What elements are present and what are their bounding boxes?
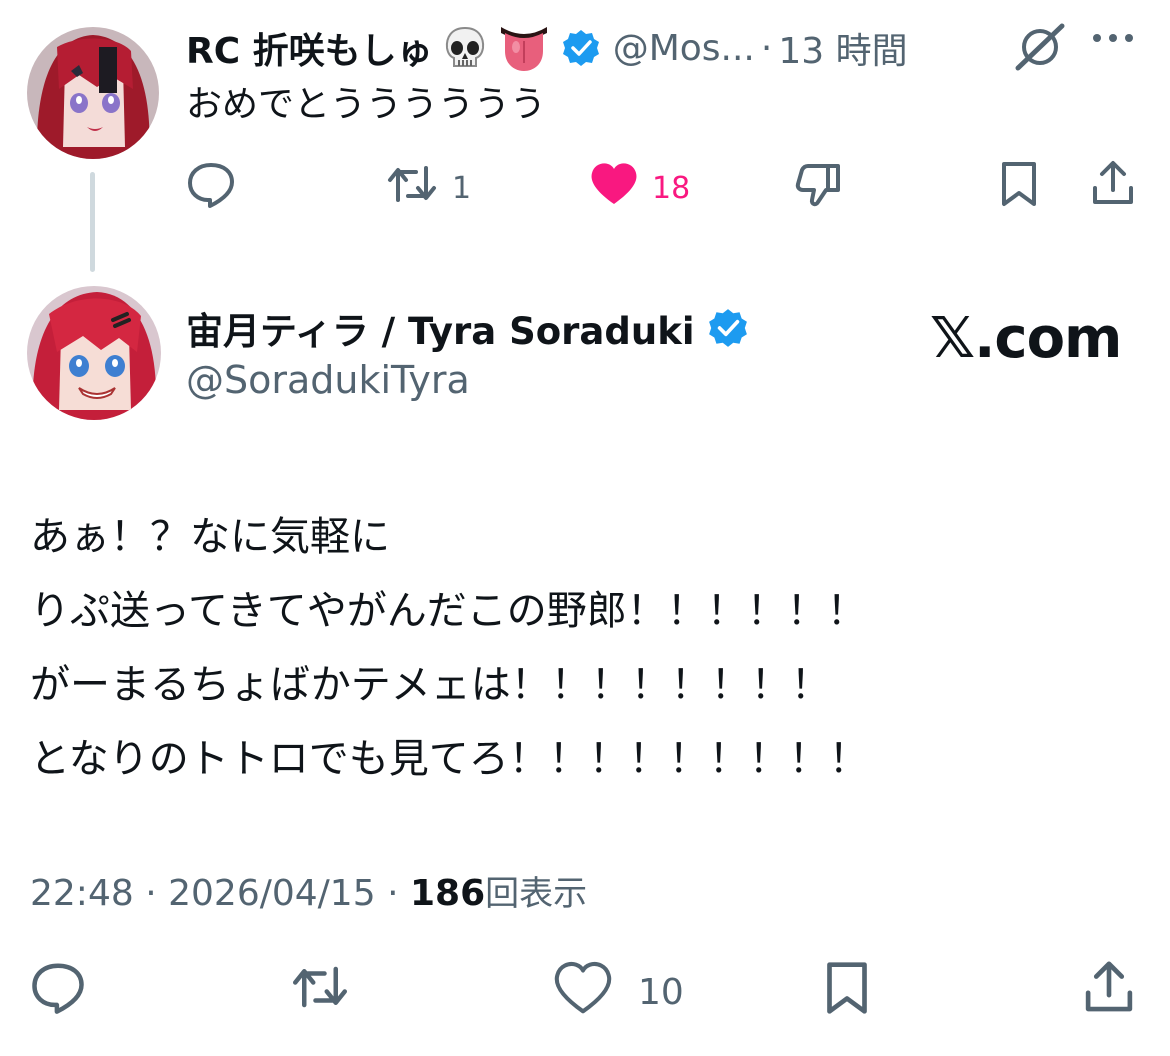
timestamp[interactable]: 13 時間 (778, 22, 907, 74)
verified-badge-icon[interactable] (707, 307, 749, 349)
bookmark-button[interactable] (822, 960, 872, 1024)
share-button[interactable] (1090, 158, 1136, 216)
post-time: 22:48 (30, 873, 134, 914)
retweet-button[interactable]: 1 (384, 160, 471, 216)
dislike-button[interactable] (794, 160, 844, 216)
avatar[interactable] (27, 27, 159, 159)
retweet-count: 1 (452, 170, 472, 206)
retweet-icon (384, 160, 440, 216)
grok-icon[interactable] (1012, 22, 1068, 76)
like-button[interactable]: 18 (588, 160, 690, 216)
post-date: 2026/04/15 (168, 873, 376, 914)
bookmark-icon (998, 160, 1040, 216)
like-button[interactable]: 10 (552, 960, 684, 1024)
bookmark-icon (822, 960, 872, 1024)
avatar[interactable] (27, 286, 161, 420)
share-button[interactable] (1082, 958, 1136, 1024)
thumbs-down-icon (794, 160, 844, 216)
main-header: 宙月ティラ / Tyra Soraduki (186, 298, 749, 358)
reply-button[interactable] (30, 960, 86, 1022)
tongue-icon (497, 23, 551, 73)
thread-connector-line (90, 172, 95, 272)
tweet-line: がーまるちょばかテメェは！！！！！！！！ (30, 662, 831, 708)
handle[interactable]: @SoradukiTyra (186, 358, 470, 402)
tweet-meta: 22:48 · 2026/04/15 · 186回表示 (30, 866, 587, 915)
retweet-icon (288, 960, 352, 1022)
view-count[interactable]: 186 (410, 873, 485, 914)
tweet-line: りぷ送ってきてやがんだこの野郎！！！！！！ (30, 588, 867, 634)
heart-icon (552, 960, 614, 1024)
heart-filled-icon (588, 160, 640, 216)
retweet-button[interactable] (288, 960, 352, 1022)
more-options-icon[interactable] (1090, 30, 1136, 49)
reply-text: おめでとうううううう (186, 84, 547, 125)
separator-dot: · (760, 27, 773, 69)
display-name[interactable]: RC 折咲もしゅ (186, 22, 433, 74)
x-com-watermark: 𝕏.com (930, 306, 1122, 371)
bookmark-button[interactable] (998, 160, 1040, 216)
view-label: 回表示 (485, 874, 588, 914)
reply-button[interactable] (186, 160, 236, 216)
share-icon (1082, 958, 1136, 1024)
reply-header: RC 折咲もしゅ @Mos... · 13 時間 (186, 18, 908, 78)
separator-dot: · (387, 873, 399, 914)
like-count: 10 (638, 971, 684, 1013)
display-name[interactable]: 宙月ティラ / Tyra Soraduki (186, 301, 695, 355)
verified-badge-icon[interactable] (561, 28, 601, 68)
share-icon (1090, 158, 1136, 216)
like-count: 18 (652, 170, 691, 206)
comment-icon (30, 960, 86, 1022)
tweet-body: あぁ！？なに気軽に りぷ送ってきてやがんだこの野郎！！！！！！ がーまるちょばか… (30, 500, 1150, 796)
tweet-line: あぁ！？なに気軽に (30, 514, 390, 560)
tweet-line: となりのトトロでも見てろ！！！！！！！！！ (30, 736, 869, 782)
comment-icon (186, 160, 236, 216)
separator-dot: · (145, 873, 157, 914)
skull-icon (441, 24, 489, 72)
handle[interactable]: @Mos... (613, 28, 755, 69)
